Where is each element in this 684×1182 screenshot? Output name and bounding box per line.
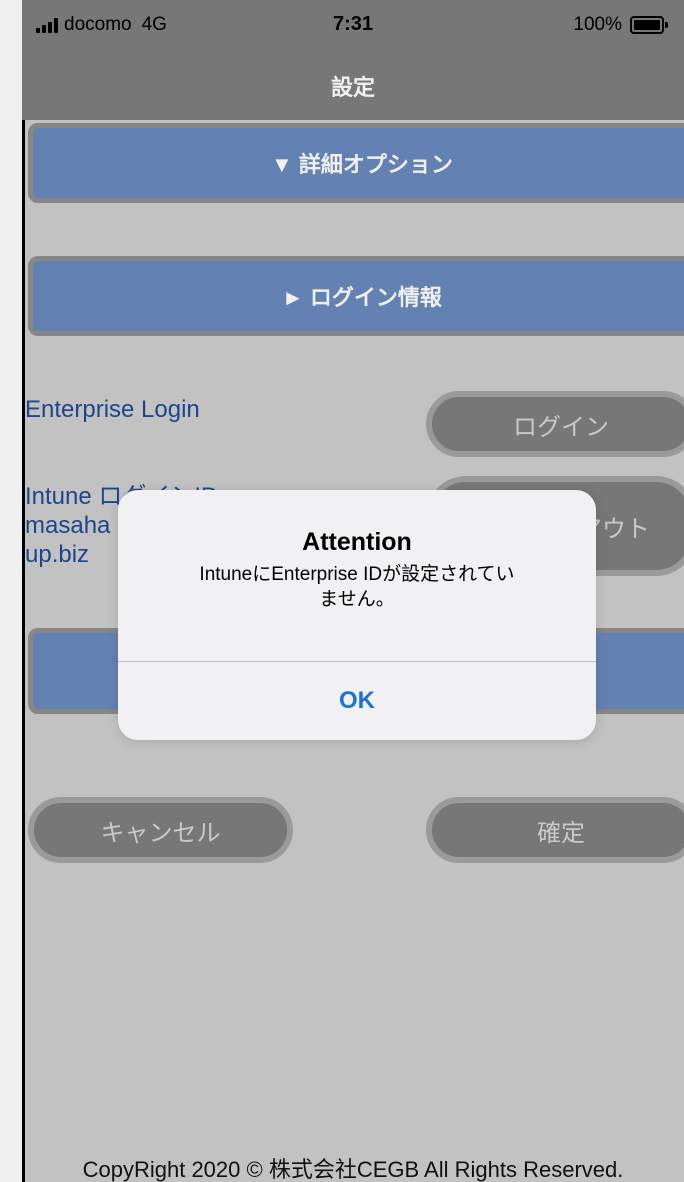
alert-title: Attention	[302, 528, 412, 556]
attention-alert: Attention IntuneにEnterprise IDが設定されてい ませ…	[118, 490, 596, 740]
alert-message: IntuneにEnterprise IDが設定されてい ません。	[148, 562, 566, 612]
alert-message-line-1: IntuneにEnterprise IDが設定されてい	[199, 564, 515, 585]
ok-button[interactable]: OK	[118, 662, 596, 740]
alert-message-line-2: ません。	[319, 589, 395, 610]
